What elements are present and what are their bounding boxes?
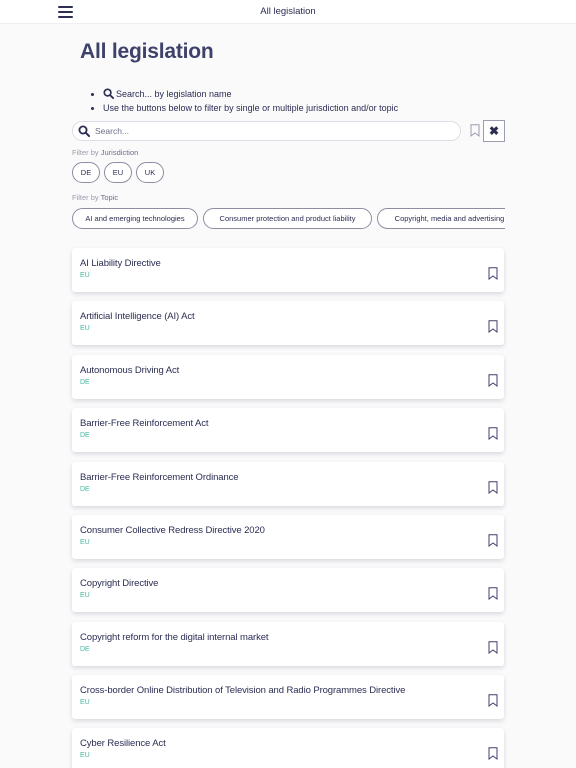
bookmark-icon[interactable] xyxy=(488,534,498,547)
search-input[interactable] xyxy=(95,124,445,138)
legislation-title: Copyright reform for the digital interna… xyxy=(80,632,269,643)
clear-filters-button[interactable]: ✖ xyxy=(483,120,505,142)
topic-filter-label: Filter by Topic xyxy=(72,193,118,202)
chip-topic-copyright[interactable]: Copyright, media and advertising xyxy=(377,208,505,229)
legislation-card[interactable]: Copyright reform for the digital interna… xyxy=(72,622,504,666)
bookmark-icon xyxy=(470,124,480,137)
legislation-card[interactable]: Copyright Directive EU xyxy=(72,568,504,612)
legislation-card[interactable]: Artificial Intelligence (AI) Act EU xyxy=(72,301,504,345)
bookmark-icon[interactable] xyxy=(488,374,498,387)
legislation-jurisdiction: DE xyxy=(80,379,90,386)
legislation-title: Barrier-Free Reinforcement Act xyxy=(80,418,209,429)
bookmark-icon[interactable] xyxy=(488,481,498,494)
legislation-title: Artificial Intelligence (AI) Act xyxy=(80,311,195,322)
chip-jurisdiction-eu[interactable]: EU xyxy=(104,162,132,183)
legislation-title: Cross-border Online Distribution of Tele… xyxy=(80,685,406,696)
legislation-card[interactable]: Consumer Collective Redress Directive 20… xyxy=(72,515,504,559)
search-box[interactable] xyxy=(72,121,461,141)
close-icon: ✖ xyxy=(488,124,500,138)
legislation-jurisdiction: DE xyxy=(80,646,90,653)
hint-filter: Use the buttons below to filter by singl… xyxy=(103,101,398,115)
legislation-jurisdiction: DE xyxy=(80,486,90,493)
bookmark-icon[interactable] xyxy=(488,747,498,760)
legislation-card[interactable]: Cross-border Online Distribution of Tele… xyxy=(72,675,504,719)
legislation-title: Cyber Resilience Act xyxy=(80,738,166,749)
legislation-card[interactable]: Autonomous Driving Act DE xyxy=(72,355,504,399)
chip-jurisdiction-uk[interactable]: UK xyxy=(136,162,164,183)
topic-filter-prefix: Filter by xyxy=(72,193,99,202)
search-icon xyxy=(103,88,114,99)
jurisdiction-filter-label: Filter by Jurisdiction xyxy=(72,148,138,157)
hint-list: Search... by legislation name Use the bu… xyxy=(103,87,398,115)
bookmark-icon[interactable] xyxy=(488,267,498,280)
legislation-jurisdiction: EU xyxy=(80,592,90,599)
legislation-jurisdiction: EU xyxy=(80,325,90,332)
chip-topic-ai[interactable]: AI and emerging technologies xyxy=(72,208,198,229)
legislation-title: Copyright Directive xyxy=(80,578,159,589)
chip-topic-consumer-protection[interactable]: Consumer protection and product liabilit… xyxy=(203,208,372,229)
legislation-title: Barrier-Free Reinforcement Ordinance xyxy=(80,472,239,483)
jurisdiction-filter-name: Jurisdiction xyxy=(100,148,139,157)
legislation-jurisdiction: EU xyxy=(80,752,90,759)
jurisdiction-filter-prefix: Filter by xyxy=(72,148,99,157)
chip-jurisdiction-de[interactable]: DE xyxy=(72,162,100,183)
legislation-card[interactable]: Cyber Resilience Act EU xyxy=(72,728,504,768)
bookmark-icon[interactable] xyxy=(488,641,498,654)
legislation-title: AI Liability Directive xyxy=(80,258,161,269)
topic-chip-row: AI and emerging technologies Consumer pr… xyxy=(72,208,505,229)
legislation-card[interactable]: Barrier-Free Reinforcement Act DE xyxy=(72,408,504,452)
legislation-title: Autonomous Driving Act xyxy=(80,365,180,376)
bookmark-icon[interactable] xyxy=(488,587,498,600)
legislation-jurisdiction: EU xyxy=(80,699,90,706)
bookmark-filter-button[interactable] xyxy=(470,124,480,142)
hint-filter-text: Use the buttons below to filter by singl… xyxy=(103,103,399,113)
legislation-card[interactable]: Barrier-Free Reinforcement Ordinance DE xyxy=(72,462,504,506)
bookmark-icon[interactable] xyxy=(488,320,498,333)
bookmark-icon[interactable] xyxy=(488,694,498,707)
legislation-jurisdiction: EU xyxy=(80,539,90,546)
page-title: All legislation xyxy=(80,40,214,63)
legislation-jurisdiction: EU xyxy=(80,272,90,279)
hint-search: Search... by legislation name xyxy=(103,87,398,101)
legislation-card[interactable]: AI Liability Directive EU xyxy=(72,248,504,292)
top-bar: All legislation xyxy=(0,0,576,24)
bookmark-icon[interactable] xyxy=(488,427,498,440)
legislation-title: Consumer Collective Redress Directive 20… xyxy=(80,525,265,536)
hint-search-text: Search... by legislation name xyxy=(116,89,232,99)
header-title: All legislation xyxy=(260,6,316,17)
legislation-jurisdiction: DE xyxy=(80,432,90,439)
search-icon xyxy=(78,125,90,137)
topic-filter-name: Topic xyxy=(100,193,119,202)
